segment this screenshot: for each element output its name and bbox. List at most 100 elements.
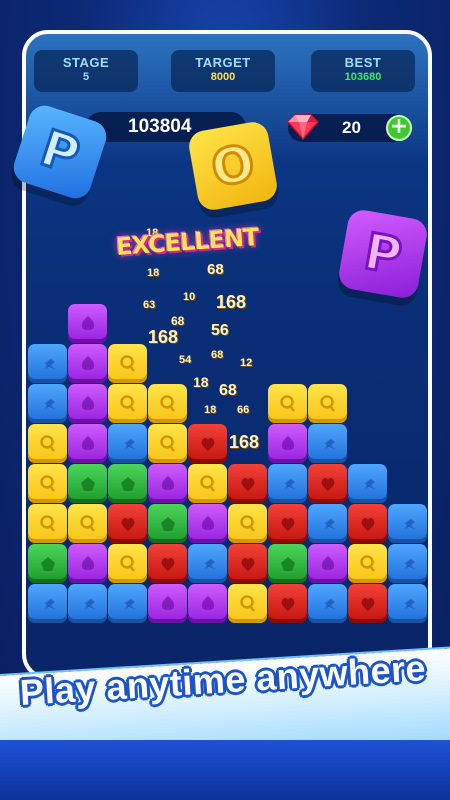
blue-block[interactable] — [28, 384, 67, 423]
blue-block[interactable] — [28, 584, 67, 623]
candy-icon — [40, 598, 55, 609]
heart-icon — [121, 517, 134, 531]
lollipop-icon — [159, 394, 175, 412]
yellow-block[interactable] — [308, 384, 347, 423]
yellow-block[interactable] — [68, 504, 107, 543]
gem-icon — [160, 516, 175, 531]
purple-block[interactable] — [188, 584, 227, 623]
blue-block[interactable] — [268, 464, 307, 503]
gem-icon — [280, 556, 295, 571]
yellow-block[interactable] — [148, 424, 187, 463]
purple-block[interactable] — [68, 344, 107, 383]
heart-icon — [361, 597, 374, 611]
heart-icon — [361, 517, 374, 531]
green-block[interactable] — [268, 544, 307, 583]
red-block[interactable] — [108, 504, 147, 543]
yellow-block[interactable] — [28, 464, 67, 503]
red-block[interactable] — [228, 544, 267, 583]
gem-count: 20 — [342, 118, 361, 137]
yellow-block[interactable] — [108, 544, 147, 583]
best-label: BEST — [344, 55, 382, 70]
purple-block[interactable] — [268, 424, 307, 463]
candy-icon — [80, 598, 95, 609]
purple-block[interactable] — [148, 584, 187, 623]
lollipop-icon — [199, 474, 215, 492]
stage-label: STAGE — [62, 55, 110, 70]
cupcake-icon — [81, 435, 94, 450]
green-block[interactable] — [148, 504, 187, 543]
score-popup: 63 — [143, 299, 156, 311]
green-block[interactable] — [28, 544, 67, 583]
red-block[interactable] — [148, 544, 187, 583]
lollipop-icon — [319, 394, 335, 412]
blue-block[interactable] — [308, 504, 347, 543]
gem-icon — [80, 476, 95, 491]
yellow-block[interactable] — [28, 424, 67, 463]
yellow-block[interactable] — [108, 384, 147, 423]
blue-block[interactable] — [68, 584, 107, 623]
candy-icon — [40, 398, 55, 409]
blue-block[interactable] — [188, 544, 227, 583]
blue-block[interactable] — [108, 424, 147, 463]
heart-icon — [241, 477, 254, 491]
red-block[interactable] — [228, 464, 267, 503]
purple-block[interactable] — [68, 424, 107, 463]
target-label: TARGET — [195, 55, 251, 70]
heart-icon — [201, 437, 214, 451]
yellow-block[interactable] — [348, 544, 387, 583]
blue-block[interactable] — [308, 424, 347, 463]
heart-icon — [241, 557, 254, 571]
score-popup: 10 — [183, 291, 196, 303]
cupcake-icon — [81, 395, 94, 410]
green-block[interactable] — [68, 464, 107, 503]
score-popup: 54 — [179, 354, 192, 366]
red-block[interactable] — [268, 584, 307, 623]
blue-block[interactable] — [348, 464, 387, 503]
purple-block[interactable] — [148, 464, 187, 503]
blue-block[interactable] — [308, 584, 347, 623]
lollipop-icon — [39, 474, 55, 492]
heart-icon — [281, 597, 294, 611]
blue-block[interactable] — [388, 584, 427, 623]
red-block[interactable] — [308, 464, 347, 503]
stage-value: 5 — [82, 71, 90, 83]
yellow-block[interactable] — [228, 504, 267, 543]
yellow-block[interactable] — [108, 344, 147, 383]
best-panel: BEST 103680 — [311, 50, 415, 92]
cupcake-icon — [281, 435, 294, 450]
heart-icon — [281, 517, 294, 531]
blue-block[interactable] — [108, 584, 147, 623]
logo-letter-p-purple: P — [336, 207, 430, 301]
purple-block[interactable] — [68, 384, 107, 423]
score-popup: 68 — [219, 382, 237, 399]
score-popup: 168 — [216, 292, 247, 312]
red-block[interactable] — [348, 584, 387, 623]
blue-block[interactable] — [388, 504, 427, 543]
score-popup: 18 — [204, 404, 217, 416]
red-block[interactable] — [348, 504, 387, 543]
purple-block[interactable] — [68, 544, 107, 583]
green-block[interactable] — [108, 464, 147, 503]
blue-block[interactable] — [388, 544, 427, 583]
yellow-block[interactable] — [188, 464, 227, 503]
yellow-block[interactable] — [28, 504, 67, 543]
lollipop-icon — [359, 554, 375, 572]
red-block[interactable] — [188, 424, 227, 463]
yellow-block[interactable] — [148, 384, 187, 423]
blue-block[interactable] — [28, 344, 67, 383]
red-block[interactable] — [268, 504, 307, 543]
score-popup: 68 — [171, 314, 185, 328]
purple-block[interactable] — [68, 304, 107, 343]
add-gems-button[interactable]: + — [386, 115, 412, 141]
lollipop-icon — [39, 514, 55, 532]
best-value: 103680 — [344, 71, 382, 83]
score-popup: 18 — [147, 267, 160, 279]
score-popup: 68 — [211, 349, 224, 361]
purple-block[interactable] — [308, 544, 347, 583]
yellow-block[interactable] — [268, 384, 307, 423]
yellow-block[interactable] — [228, 584, 267, 623]
score-popup: 168 — [148, 327, 179, 347]
heart-icon — [321, 477, 334, 491]
candy-icon — [40, 358, 55, 369]
purple-block[interactable] — [188, 504, 227, 543]
